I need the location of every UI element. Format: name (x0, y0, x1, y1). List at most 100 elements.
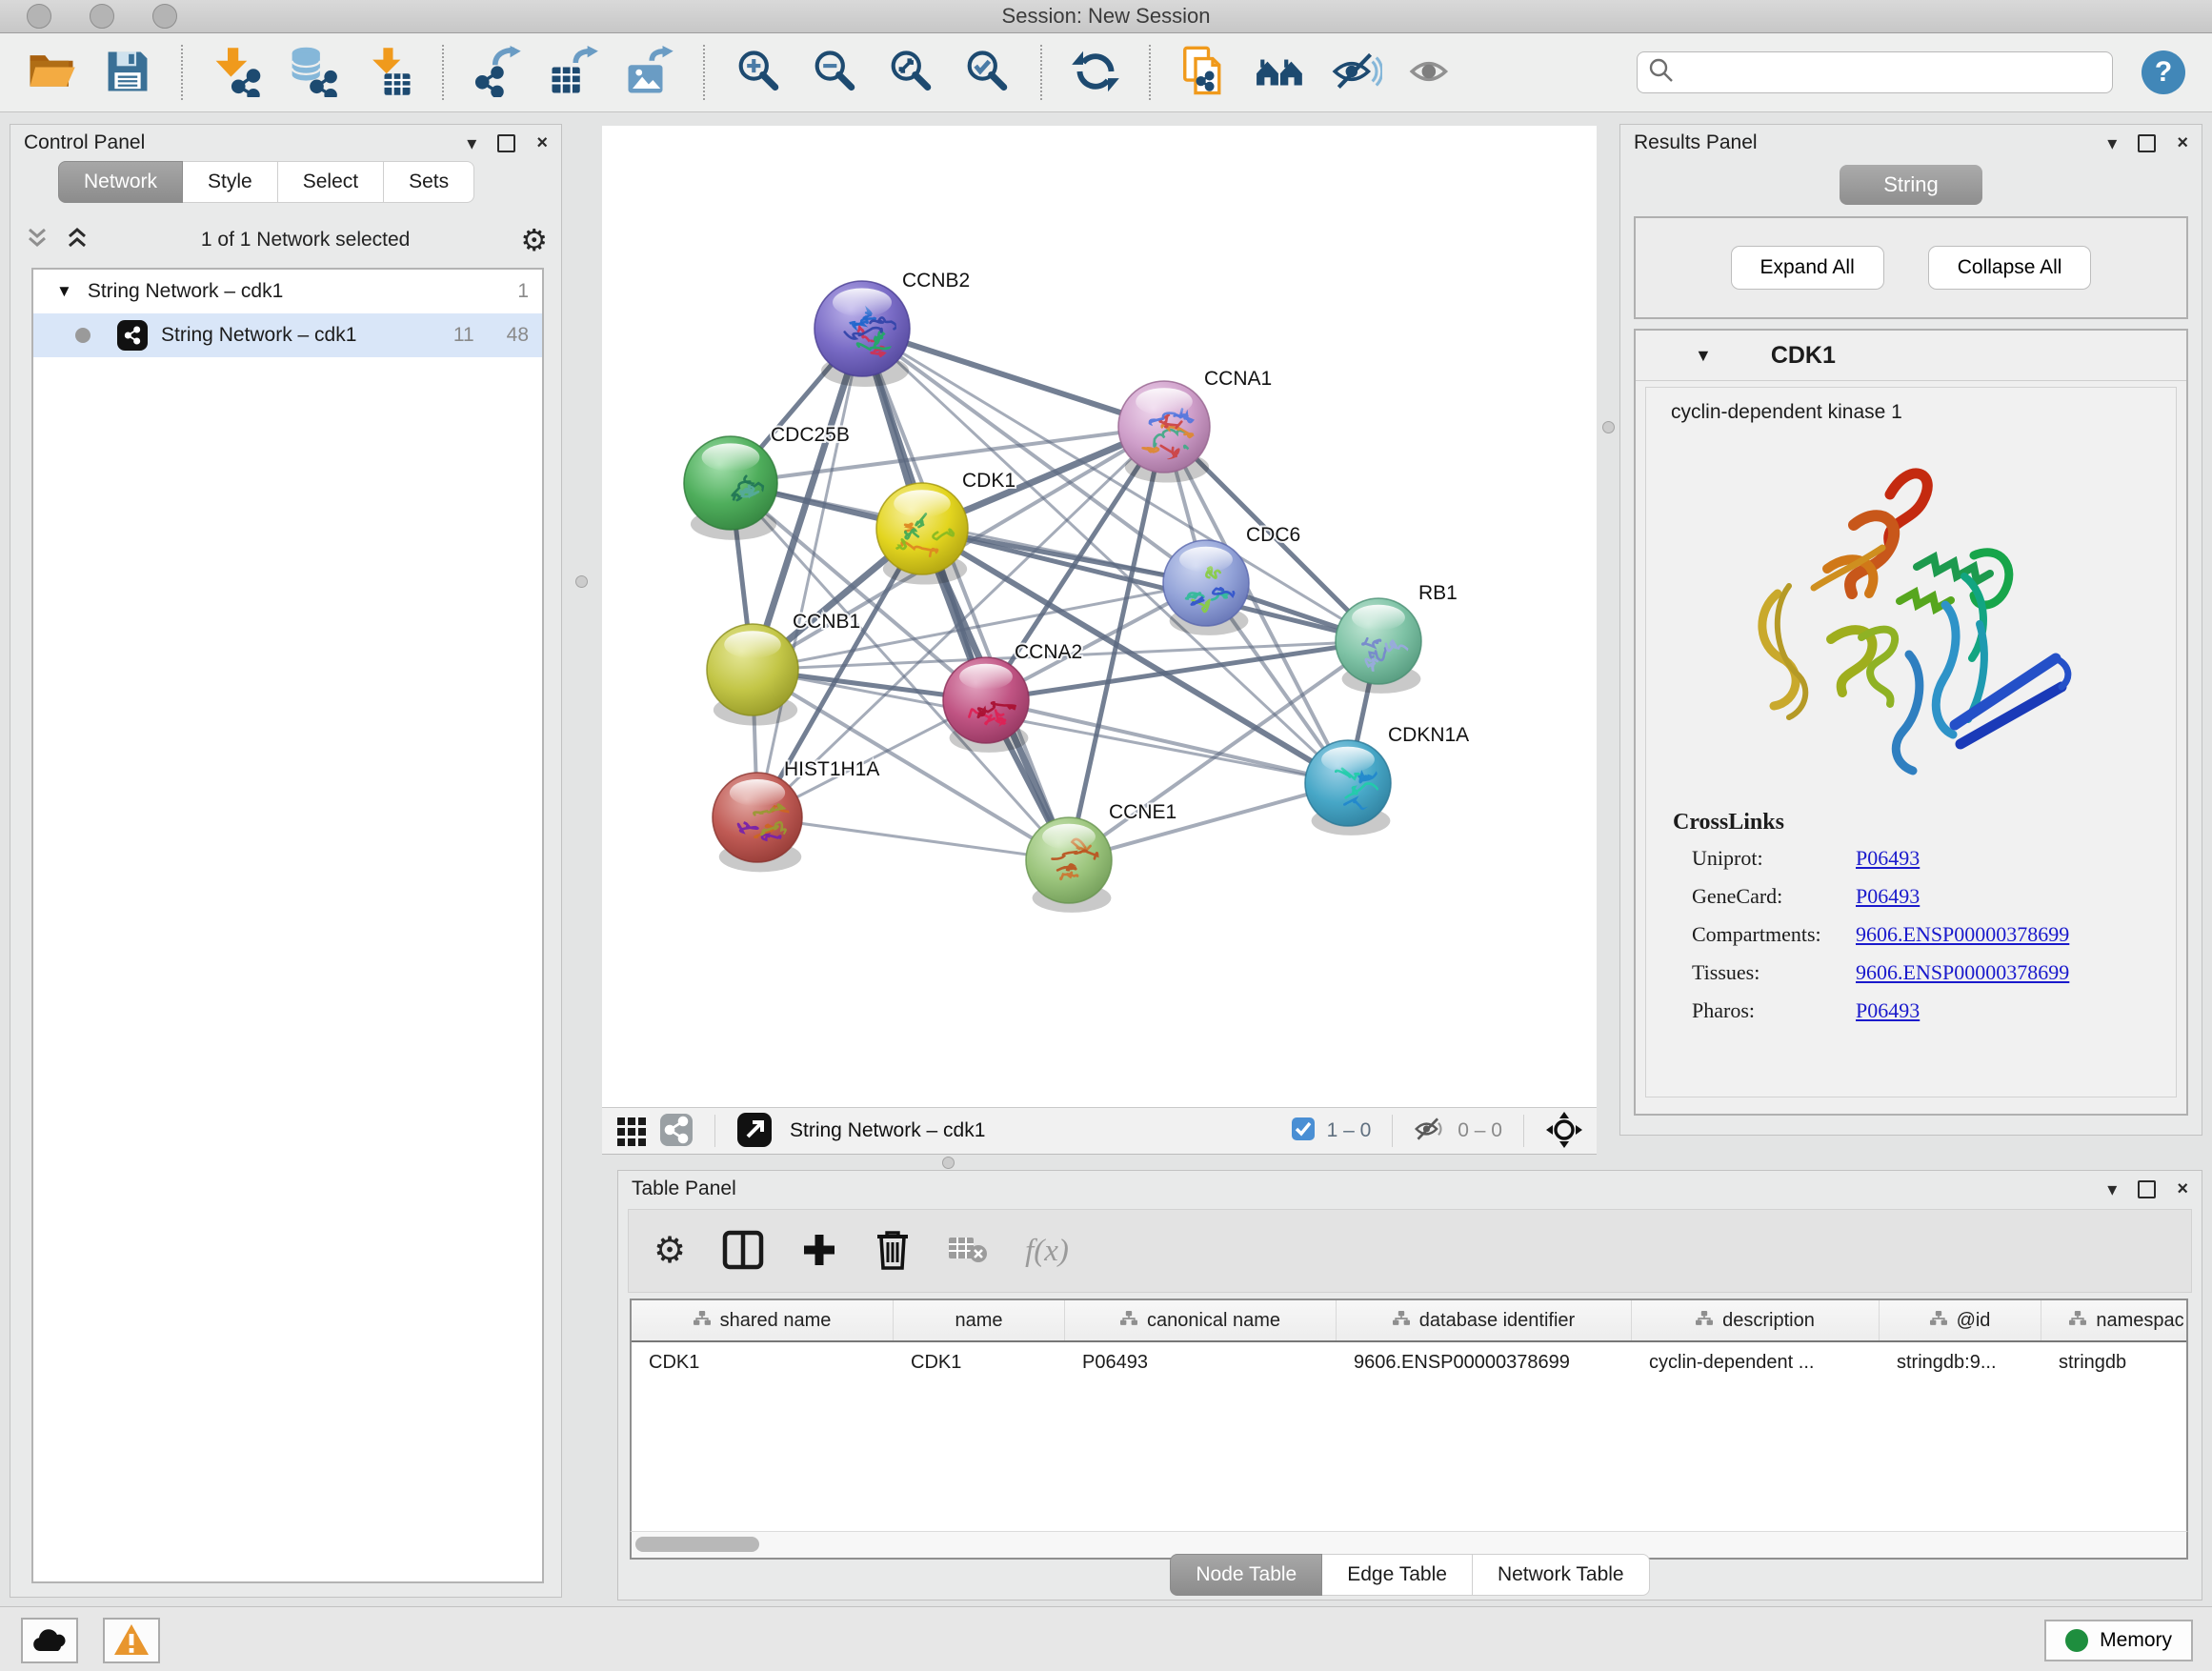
zoom-out-button[interactable] (807, 42, 862, 103)
table-cell[interactable]: stringdb:9... (1880, 1342, 2041, 1382)
tab-node-table[interactable]: Node Table (1170, 1554, 1322, 1596)
expand-all-tree-icon[interactable] (64, 226, 90, 255)
show-all-button[interactable] (1405, 42, 1460, 103)
network-collection-row[interactable]: ▼ String Network – cdk1 1 (33, 270, 542, 313)
panel-close-icon[interactable]: × (2177, 1179, 2188, 1198)
panel-menu-icon[interactable]: ▾ (2107, 131, 2117, 155)
zoom-selected-button[interactable] (959, 42, 1015, 103)
tab-select[interactable]: Select (278, 161, 384, 203)
warnings-button[interactable] (103, 1618, 160, 1663)
panel-float-icon[interactable] (2138, 134, 2156, 152)
create-column-button[interactable] (800, 1231, 838, 1272)
column-header-shared-name[interactable]: shared name (632, 1300, 894, 1340)
network-node-HIST1H1A[interactable]: HIST1H1A (713, 758, 879, 872)
grid-view-button[interactable] (615, 1114, 648, 1149)
splitter-handle-horizontal[interactable] (942, 1157, 955, 1169)
panel-menu-icon[interactable]: ▾ (467, 131, 476, 155)
column-header-database-identifier[interactable]: database identifier (1337, 1300, 1632, 1340)
show-columns-button[interactable] (722, 1230, 764, 1273)
import-table-file-button[interactable] (361, 42, 416, 103)
network-canvas[interactable]: CCNB2CCNA1CDC25BCDK1CDC6RB1CCNB1CCNA2CDK… (602, 126, 1597, 1107)
table-cell[interactable]: stringdb (2041, 1342, 2188, 1382)
network-node-RB1[interactable]: RB1 (1336, 582, 1458, 694)
panel-close-icon[interactable]: × (2177, 133, 2188, 152)
first-neighbors-button[interactable] (1253, 42, 1308, 103)
tab-sets[interactable]: Sets (384, 161, 474, 203)
tab-style[interactable]: Style (183, 161, 278, 203)
save-session-button[interactable] (100, 42, 155, 103)
hide-selected-button[interactable] (1329, 42, 1384, 103)
import-network-file-button[interactable] (209, 42, 264, 103)
selected-checkbox-icon[interactable] (1291, 1117, 1316, 1146)
column-header-name[interactable]: name (894, 1300, 1065, 1340)
refresh-view-button[interactable] (1068, 42, 1123, 103)
table-cell[interactable]: 9606.ENSP00000378699 (1337, 1342, 1632, 1382)
network-edge[interactable] (862, 329, 1378, 641)
search-input[interactable] (1676, 61, 2102, 85)
table-row[interactable]: CDK1CDK1P064939606.ENSP00000378699cyclin… (632, 1342, 2186, 1382)
table-cell[interactable]: P06493 (1065, 1342, 1337, 1382)
crosslink-link[interactable]: P06493 (1856, 998, 1920, 1023)
crosslink-row: Pharos:P06493 (1646, 992, 2176, 1030)
tab-network-table[interactable]: Network Table (1473, 1554, 1650, 1596)
table-cell[interactable]: cyclin-dependent ... (1632, 1342, 1880, 1382)
network-edge[interactable] (757, 817, 1069, 860)
crosslink-link[interactable]: P06493 (1856, 884, 1920, 909)
panel-float-icon[interactable] (2138, 1180, 2156, 1198)
function-builder-button[interactable]: f(x) (1025, 1234, 1069, 1269)
memory-button[interactable]: Memory (2044, 1620, 2193, 1661)
network-options-gear-icon[interactable]: ⚙ (520, 225, 548, 255)
network-node-CDKN1A[interactable]: CDKN1A (1305, 724, 1469, 836)
network-edge[interactable] (986, 700, 1348, 783)
section-expander-icon[interactable]: ▼ (1695, 346, 1712, 366)
column-header-canonical-name[interactable]: canonical name (1065, 1300, 1337, 1340)
help-button[interactable]: ? (2142, 50, 2185, 94)
open-view-in-window-button[interactable] (736, 1112, 773, 1151)
export-network-button[interactable] (470, 42, 525, 103)
open-session-button[interactable] (24, 42, 79, 103)
network-row-selected[interactable]: String Network – cdk1 11 48 (33, 313, 542, 357)
hidden-eye-slash-icon[interactable] (1414, 1115, 1446, 1148)
external-link-icon (736, 1112, 773, 1151)
expand-all-button[interactable]: Expand All (1731, 246, 1884, 290)
network-badge-button[interactable] (659, 1113, 694, 1150)
column-header-namespac[interactable]: namespac (2041, 1300, 2188, 1340)
splitter-handle-right[interactable] (1602, 421, 1615, 433)
table-delete-icon (947, 1234, 989, 1269)
network-edge[interactable] (862, 329, 1069, 860)
cloud-button[interactable] (21, 1618, 78, 1663)
splitter-handle-left[interactable] (575, 575, 588, 588)
panel-menu-icon[interactable]: ▾ (2107, 1178, 2117, 1201)
tab-string[interactable]: String (1840, 165, 1982, 205)
zoom-fit-button[interactable] (883, 42, 938, 103)
import-network-database-button[interactable] (285, 42, 340, 103)
collapse-all-tree-icon[interactable] (24, 226, 50, 255)
cloud-icon (30, 1626, 69, 1656)
crosslink-link[interactable]: P06493 (1856, 846, 1920, 871)
table-options-button[interactable]: ⚙ (654, 1236, 686, 1266)
panel-float-icon[interactable] (497, 134, 515, 152)
delete-table-button[interactable] (947, 1234, 989, 1269)
tab-edge-table[interactable]: Edge Table (1322, 1554, 1473, 1596)
delete-column-button[interactable] (875, 1229, 911, 1274)
column-header-@id[interactable]: @id (1880, 1300, 2041, 1340)
table-cell[interactable]: CDK1 (632, 1342, 894, 1382)
panel-close-icon[interactable]: × (536, 133, 548, 152)
results-panel: Results Panel ▾ × String Expand All Coll… (1619, 124, 2202, 1136)
birdseye-view-button[interactable] (1545, 1111, 1583, 1152)
network-node-CCNB2[interactable]: CCNB2 (814, 270, 970, 387)
network-node-CCNA1[interactable]: CCNA1 (1118, 368, 1272, 483)
tab-network[interactable]: Network (58, 161, 183, 203)
export-table-button[interactable] (546, 42, 601, 103)
zoom-in-button[interactable] (731, 42, 786, 103)
column-header-description[interactable]: description (1632, 1300, 1880, 1340)
collapse-all-button[interactable]: Collapse All (1928, 246, 2092, 290)
crosslink-link[interactable]: 9606.ENSP00000378699 (1856, 922, 2069, 947)
tree-expander-icon[interactable]: ▼ (56, 282, 72, 301)
export-image-button[interactable] (622, 42, 677, 103)
crosslink-link[interactable]: 9606.ENSP00000378699 (1856, 960, 2069, 985)
gene-section-header[interactable]: ▼ CDK1 (1636, 331, 2186, 381)
network-node-CCNB1[interactable]: CCNB1 (707, 611, 860, 726)
clone-network-button[interactable] (1176, 42, 1232, 103)
table-cell[interactable]: CDK1 (894, 1342, 1065, 1382)
